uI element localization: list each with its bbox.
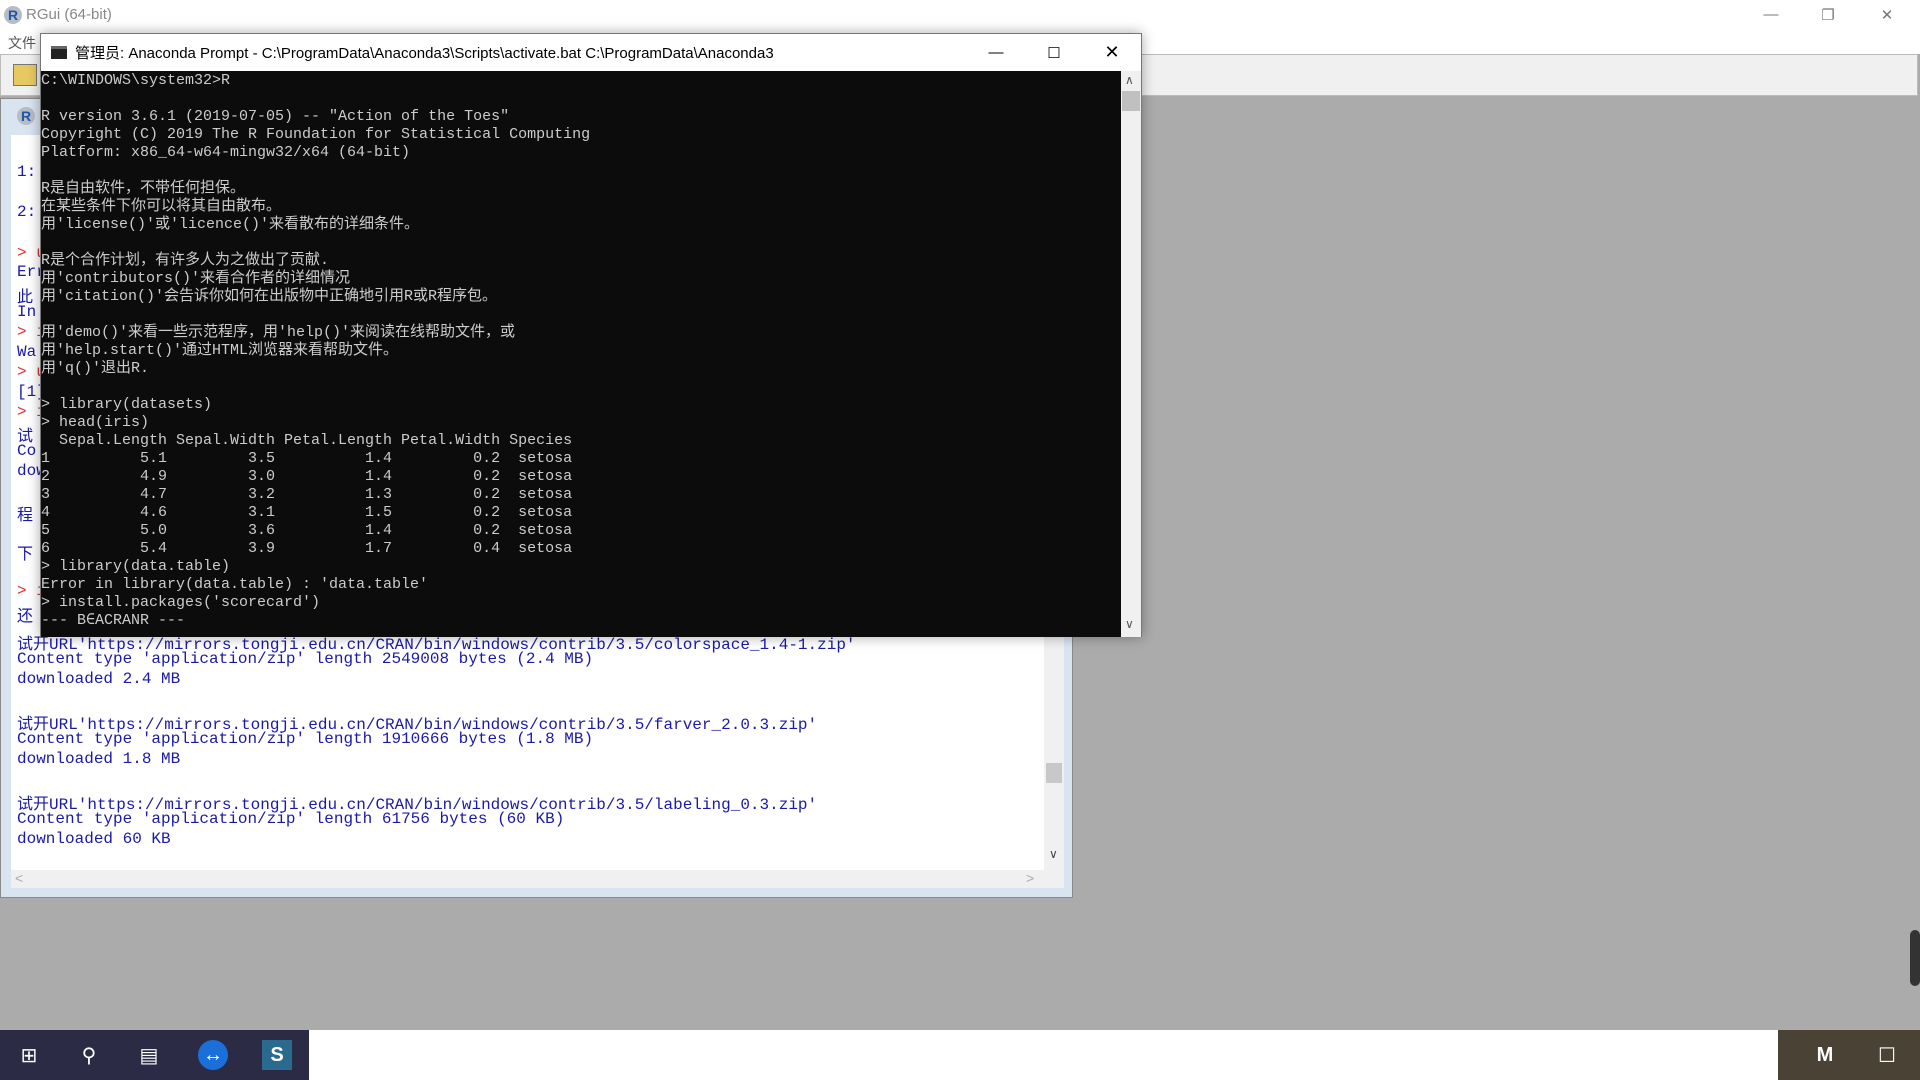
terminal-line: 3 4.7 3.2 1.3 0.2 setosa [41,486,573,503]
console-fragment: In [17,303,37,321]
side-handle[interactable] [1910,930,1920,986]
open-folder-icon[interactable] [13,64,37,86]
terminal-line: 用'help.start()'通过HTML浏览器来看帮助文件。 [41,342,399,359]
conda-title-bar: 管理员: Anaconda Prompt - C:\ProgramData\An… [41,34,1141,71]
rgui-title: RGui (64-bit) [26,6,112,23]
terminal-line: Copyright (C) 2019 The R Foundation for … [41,126,591,143]
console-line: downloaded 2.4 MB [17,670,181,688]
console-fragment: 1: [17,163,37,181]
conda-close-button[interactable]: ✕ [1089,38,1135,67]
terminal-line: --- B∈ACRANR --- [41,612,186,629]
scroll-thumb[interactable] [1046,763,1062,783]
taskbar: ⊞ ⚲ ▤ ↔ S M ☐ [0,1030,1920,1080]
terminal-line: > head(iris) [41,414,150,431]
scroll-left-icon[interactable]: < [15,870,23,886]
console-fragment: 还 [17,608,34,626]
r-console-icon: R [17,107,35,125]
terminal-icon [51,46,67,59]
system-tray: M ☐ [1778,1030,1920,1080]
console-fragment: Wa [17,343,37,361]
terminal-line: > library(datasets) [41,396,213,413]
anaconda-prompt-window: 管理员: Anaconda Prompt - C:\ProgramData\An… [40,33,1142,637]
terminal-line: Sepal.Length Sepal.Width Petal.Length Pe… [41,432,573,449]
console-line: Content type 'application/zip' length 19… [17,730,594,748]
app-s-icon[interactable]: S [262,1040,292,1070]
task-view-icon[interactable]: ▤ [134,1040,164,1070]
conda-console-output[interactable]: C:\WINDOWS\system32>R R version 3.6.1 (20… [41,71,1121,637]
console-fragment: Co [17,442,37,460]
terminal-line: Error in library(data.table) : 'data.tab… [41,576,429,593]
console-line: Content type 'application/zip' length 61… [17,810,565,828]
scroll-right-icon[interactable]: > [1026,870,1034,886]
conda-maximize-button[interactable]: ☐ [1031,38,1077,67]
r-logo-icon: R [4,5,22,24]
terminal-line: Platform: x86_64-w64-mingw32/x64 (64-bit… [41,144,411,161]
console-fragment: 2: [17,203,37,221]
terminal-line: R version 3.6.1 (2019-07-05) -- "Action … [41,108,510,125]
terminal-line: 用'contributors()'来看合作者的详细情况 [41,270,351,287]
minimize-button[interactable]: — [1748,0,1794,29]
console-line: downloaded 1.8 MB [17,750,181,768]
console-line: downloaded 60 KB [17,830,171,848]
console-line: Content type 'application/zip' length 25… [17,650,594,668]
rgui-title-bar: R RGui (64-bit) — ❐ ✕ [0,0,1920,29]
terminal-line: 用'q()'退出R. [41,360,150,377]
tray-app-icon[interactable]: M [1810,1040,1840,1070]
terminal-line: > install.packages('scorecard') [41,594,321,611]
terminal-line: > library(data.table) [41,558,231,575]
console-fragment: 下 [17,546,34,564]
conda-scrollbar[interactable]: ∧ ∨ [1121,71,1141,637]
search-icon[interactable]: ⚲ [74,1040,104,1070]
horizontal-scrollbar[interactable]: < > [11,870,1064,888]
terminal-line: 6 5.4 3.9 1.7 0.4 setosa [41,540,573,557]
scroll-up-icon[interactable]: ∧ [1125,73,1134,87]
conda-minimize-button[interactable]: — [973,38,1019,67]
restore-button[interactable]: ❐ [1805,0,1851,29]
terminal-line: 2 4.9 3.0 1.4 0.2 setosa [41,468,573,485]
taskbar-left: ⊞ ⚲ ▤ ↔ S [0,1030,309,1080]
teamviewer-icon[interactable]: ↔ [198,1040,228,1070]
windows-start-icon[interactable]: ⊞ [14,1040,44,1070]
scroll-down-icon[interactable]: ∨ [1125,617,1134,631]
console-fragment: 程 [17,507,34,525]
terminal-line: 5 5.0 3.6 1.4 0.2 setosa [41,522,573,539]
terminal-line: 1 5.1 3.5 1.4 0.2 setosa [41,450,573,467]
terminal-line: 用'license()'或'licence()'来看散布的详细条件。 [41,216,420,233]
terminal-line: 用'demo()'来看一些示范程序，用'help()'来阅读在线帮助文件，或 [41,324,516,341]
conda-scroll-thumb[interactable] [1122,91,1140,111]
conda-title: 管理员: Anaconda Prompt - C:\ProgramData\An… [75,45,774,62]
menu-file[interactable]: 文件 [8,35,36,51]
terminal-line: 用'citation()'会告诉你如何在出版物中正确地引用R或R程序包。 [41,288,498,305]
scroll-down-icon[interactable]: ∨ [1049,847,1058,861]
terminal-line: 4 4.6 3.1 1.5 0.2 setosa [41,504,573,521]
terminal-line: R是个合作计划，有许多人为之做出了贡献. [41,252,330,269]
terminal-line: R是自由软件，不带任何担保。 [41,180,246,197]
terminal-line: 在某些条件下你可以将其自由散布。 [41,198,282,215]
notification-icon[interactable]: ☐ [1872,1040,1902,1070]
close-button[interactable]: ✕ [1864,0,1910,29]
terminal-line: C:\WINDOWS\system32>R [41,72,231,89]
